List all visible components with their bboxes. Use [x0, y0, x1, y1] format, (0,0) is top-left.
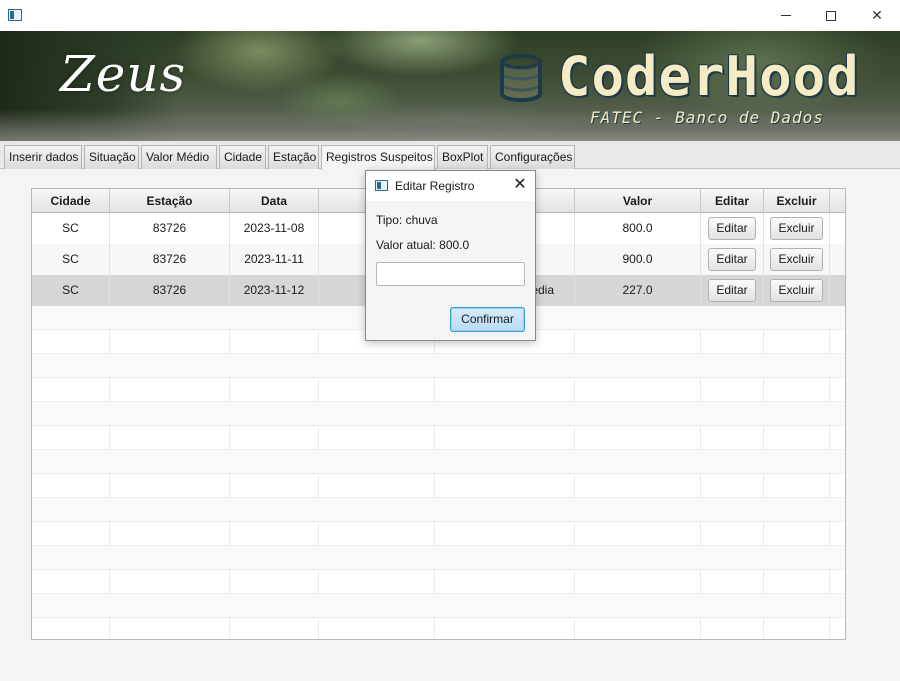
tab-bar: Inserir dados Situação Valor Médio Cidad…: [0, 141, 900, 170]
minimize-button[interactable]: [763, 0, 809, 31]
app-window-icon: [8, 9, 22, 21]
minimize-icon: [781, 15, 791, 16]
banner-subtitle: FATEC - Banco de Dados: [590, 108, 824, 127]
empty-table-row: [32, 354, 845, 378]
editar-button[interactable]: Editar: [708, 279, 756, 303]
excluir-button[interactable]: Excluir: [770, 279, 823, 303]
valor-atual-label: Valor atual: 800.0: [376, 238, 470, 252]
confirmar-button[interactable]: Confirmar: [450, 307, 525, 332]
empty-table-row: [32, 570, 845, 594]
tab-inserir-dados[interactable]: Inserir dados: [4, 145, 82, 169]
cell-editar: Editar: [701, 213, 764, 244]
window-titlebar: ✕: [0, 0, 900, 31]
empty-table-row: [32, 402, 845, 426]
dialog-titlebar[interactable]: Editar Registro ✕: [366, 171, 535, 201]
column-header-valor[interactable]: Valor: [575, 189, 701, 213]
header-banner: Zeus CoderHood FATEC - Banco de Dados: [0, 31, 900, 141]
empty-table-row: [32, 618, 845, 639]
excluir-button[interactable]: Excluir: [770, 217, 823, 241]
close-window-button[interactable]: ✕: [854, 0, 900, 31]
empty-table-row: [32, 450, 845, 474]
column-header-cidade[interactable]: Cidade: [32, 189, 110, 213]
close-icon: ✕: [871, 7, 883, 23]
cell-data: 2023-11-12: [230, 275, 319, 306]
app-window-icon: [375, 180, 388, 191]
empty-table-row: [32, 378, 845, 402]
cell-data: 2023-11-08: [230, 213, 319, 244]
cell-excluir: Excluir: [764, 275, 830, 306]
cell-cidade: SC: [32, 213, 110, 244]
cell-valor: 800.0: [575, 213, 701, 244]
maximize-button[interactable]: [808, 0, 854, 31]
cell-cidade: SC: [32, 275, 110, 306]
cell-estacao: 83726: [110, 213, 230, 244]
cell-editar: Editar: [701, 275, 764, 306]
dialog-title: Editar Registro: [395, 179, 475, 193]
tab-valor-medio[interactable]: Valor Médio: [141, 145, 217, 169]
zeus-logo: Zeus: [60, 45, 187, 103]
excluir-button[interactable]: Excluir: [770, 248, 823, 272]
column-header-editar[interactable]: Editar: [701, 189, 764, 213]
tab-estacao[interactable]: Estação: [268, 145, 319, 169]
empty-table-row: [32, 426, 845, 450]
tab-boxplot[interactable]: BoxPlot: [437, 145, 488, 169]
cell-data: 2023-11-11: [230, 244, 319, 275]
empty-table-row: [32, 522, 845, 546]
empty-table-row: [32, 546, 845, 570]
tab-cidade[interactable]: Cidade: [219, 145, 266, 169]
cell-valor: 900.0: [575, 244, 701, 275]
database-icon: [500, 54, 542, 102]
column-header-estacao[interactable]: Estação: [110, 189, 230, 213]
new-value-input[interactable]: [376, 262, 525, 286]
cell-estacao: 83726: [110, 244, 230, 275]
cell-excluir: Excluir: [764, 244, 830, 275]
empty-table-row: [32, 594, 845, 618]
cell-editar: Editar: [701, 244, 764, 275]
column-header-excluir[interactable]: Excluir: [764, 189, 830, 213]
empty-table-row: [32, 474, 845, 498]
coderhood-logo: CoderHood: [558, 45, 860, 108]
tab-situacao[interactable]: Situação: [84, 145, 139, 169]
tipo-label: Tipo: chuva: [376, 213, 438, 227]
maximize-icon: [826, 10, 836, 21]
column-header-data[interactable]: Data: [230, 189, 319, 213]
cell-cidade: SC: [32, 244, 110, 275]
close-icon[interactable]: ✕: [511, 176, 529, 194]
editar-registro-dialog: Editar Registro ✕ Tipo: chuva Valor atua…: [365, 170, 536, 341]
editar-button[interactable]: Editar: [708, 248, 756, 272]
tab-registros-suspeitos[interactable]: Registros Suspeitos: [321, 145, 435, 170]
tab-configuracoes[interactable]: Configurações: [490, 145, 575, 169]
cell-valor: 227.0: [575, 275, 701, 306]
cell-estacao: 83726: [110, 275, 230, 306]
empty-table-row: [32, 498, 845, 522]
cell-excluir: Excluir: [764, 213, 830, 244]
editar-button[interactable]: Editar: [708, 217, 756, 241]
